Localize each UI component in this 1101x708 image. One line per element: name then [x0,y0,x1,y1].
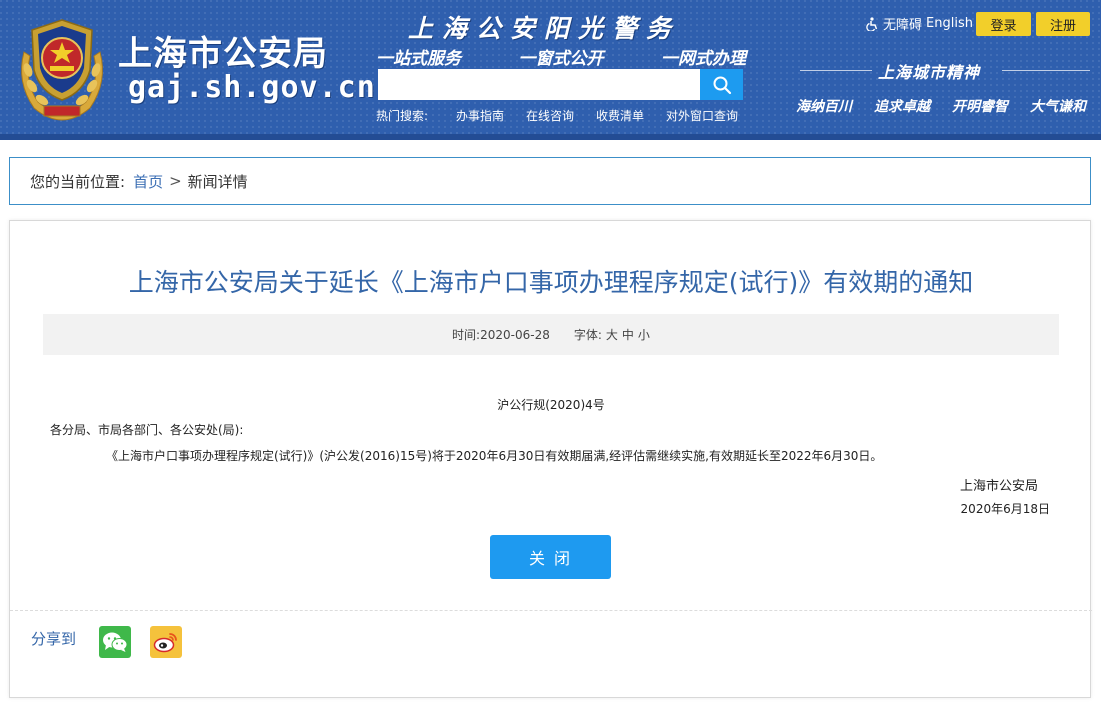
font-size-label: 字体: [573,328,602,342]
breadcrumb-prefix: 您的当前位置: [30,172,126,191]
breadcrumb: 您的当前位置: 首页 > 新闻详情 [9,157,1091,205]
close-button[interactable]: 关 闭 [490,535,611,579]
slogan-title: 上海公安阳光警务 [408,14,681,43]
slogan-item: 一网式办理 [661,49,746,69]
sign-date: 2020年6月18日 [960,502,1050,516]
spirit-items: 海纳百川 追求卓越 开明睿智 大气谦和 [796,96,1086,116]
document-number: 沪公行规(2020)4号 [497,398,605,412]
slogan-items: 一站式服务 一窗式公开 一网式办理 [376,44,746,69]
hot-link-window-query[interactable]: 对外窗口查询 [666,107,738,124]
hot-link-guide[interactable]: 办事指南 [456,107,504,124]
article-meta: 时间: 2020-06-28 字体: 大 中 小 [43,314,1059,355]
font-size-medium[interactable]: 中 [622,326,634,343]
breadcrumb-current: 新闻详情 [187,172,248,191]
font-size-large[interactable]: 大 [606,326,618,343]
hot-link-fees[interactable]: 收费清单 [596,107,644,124]
spirit-item: 开明睿智 [952,99,1008,115]
article-card: 上海市公安局关于延长《上海市户口事项办理程序规定(试行)》有效期的通知 时间: … [9,220,1092,698]
english-link[interactable]: English [926,16,973,31]
spirit-divider-right [1002,70,1090,71]
share-divider [10,610,1092,611]
spirit-item: 大气谦和 [1030,99,1086,115]
spirit-divider-left [800,70,872,71]
slogan-item: 一站式服务 [376,49,461,69]
weibo-icon [153,633,177,653]
hot-search-links: 办事指南 在线咨询 收费清单 对外窗口查询 [456,107,738,124]
hot-search-label: 热门搜索: [376,109,429,123]
spirit-title: 上海城市精神 [878,63,981,82]
login-button[interactable]: 登录 [976,12,1031,36]
accessibility-icon [866,16,878,31]
spirit-item: 海纳百川 [796,99,852,115]
search-input[interactable] [378,69,700,100]
breadcrumb-home-link[interactable]: 首页 [133,171,163,192]
hot-link-consult[interactable]: 在线咨询 [526,107,574,124]
site-header: 上海市公安局 gaj.sh.gov.cn 上海公安阳光警务 一站式服务 一窗式公… [0,0,1101,140]
police-emblem-icon [14,12,110,124]
article-paragraph: 《上海市户口事项办理程序规定(试行)》(沪公发(2016)15号)将于2020年… [106,449,883,463]
time-label: 时间: [452,328,481,342]
font-size-small[interactable]: 小 [638,326,650,343]
signer: 上海市公安局 [959,479,1038,494]
site-domain: gaj.sh.gov.cn [128,70,376,105]
share-wechat-button[interactable] [99,626,131,658]
slogan-item: 一窗式公开 [518,49,604,69]
accessibility-links: 无障碍 English [866,14,973,33]
accessibility-link[interactable]: 无障碍 [883,14,922,33]
register-button[interactable]: 注册 [1036,12,1090,36]
spirit-item: 追求卓越 [874,99,930,115]
site-name: 上海市公安局 [118,34,328,74]
article-title: 上海市公安局关于延长《上海市户口事项办理程序规定(试行)》有效期的通知 [128,268,974,297]
publish-date: 2020-06-28 [480,327,550,342]
addressee: 各分局、市局各部门、各公安处(局): [50,423,244,437]
share-weibo-button[interactable] [150,626,182,658]
share-label: 分享到 [31,630,77,648]
breadcrumb-separator: > [169,172,182,190]
search-button[interactable] [700,69,743,100]
search-icon [713,76,731,94]
wechat-icon [103,632,128,652]
